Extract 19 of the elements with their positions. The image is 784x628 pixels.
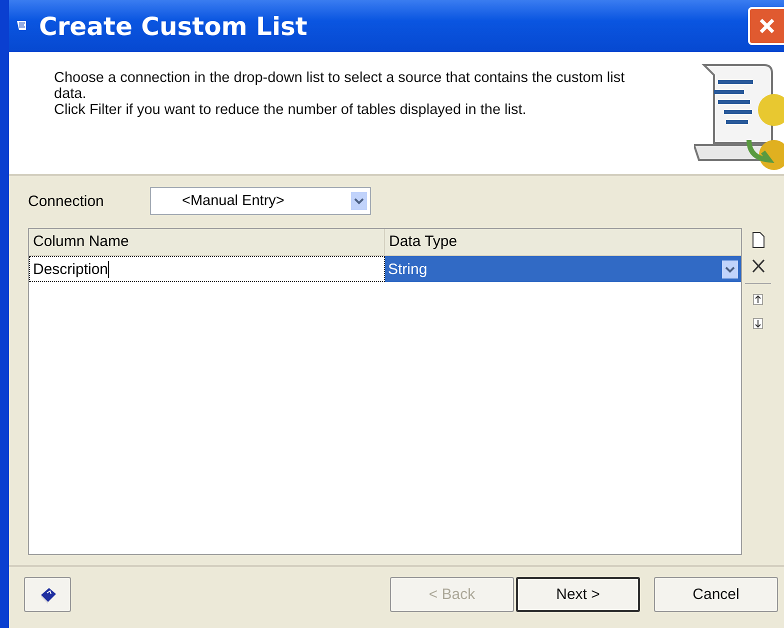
wizard-button[interactable]: Next > bbox=[516, 577, 640, 612]
connection-dropdown[interactable]: <Manual Entry> bbox=[150, 187, 371, 215]
wizard-button[interactable]: Cancel bbox=[654, 577, 778, 612]
window-title: Create Custom List bbox=[39, 12, 308, 40]
instruction-text: Click Filter if you want to reduce the number of tables displayed in the list. bbox=[54, 102, 528, 118]
connection-label: Connection bbox=[28, 192, 105, 210]
move-down-icon[interactable] bbox=[752, 316, 764, 332]
scroll-icon bbox=[15, 19, 29, 33]
help-button[interactable] bbox=[24, 577, 71, 612]
column-header[interactable]: Column Name bbox=[29, 229, 385, 255]
close-icon bbox=[757, 16, 777, 36]
column-name-input[interactable]: Description bbox=[29, 256, 385, 282]
instruction-text: Choose a connection in the drop-down list to select a source that contains the custom list data. bbox=[54, 70, 626, 102]
delete-icon[interactable] bbox=[750, 257, 766, 275]
new-document-icon[interactable] bbox=[750, 231, 766, 249]
move-up-icon[interactable] bbox=[752, 292, 764, 308]
close-button[interactable] bbox=[748, 7, 784, 45]
column-header[interactable]: Data Type bbox=[385, 229, 741, 255]
data-type-dropdown[interactable]: String bbox=[385, 256, 741, 282]
